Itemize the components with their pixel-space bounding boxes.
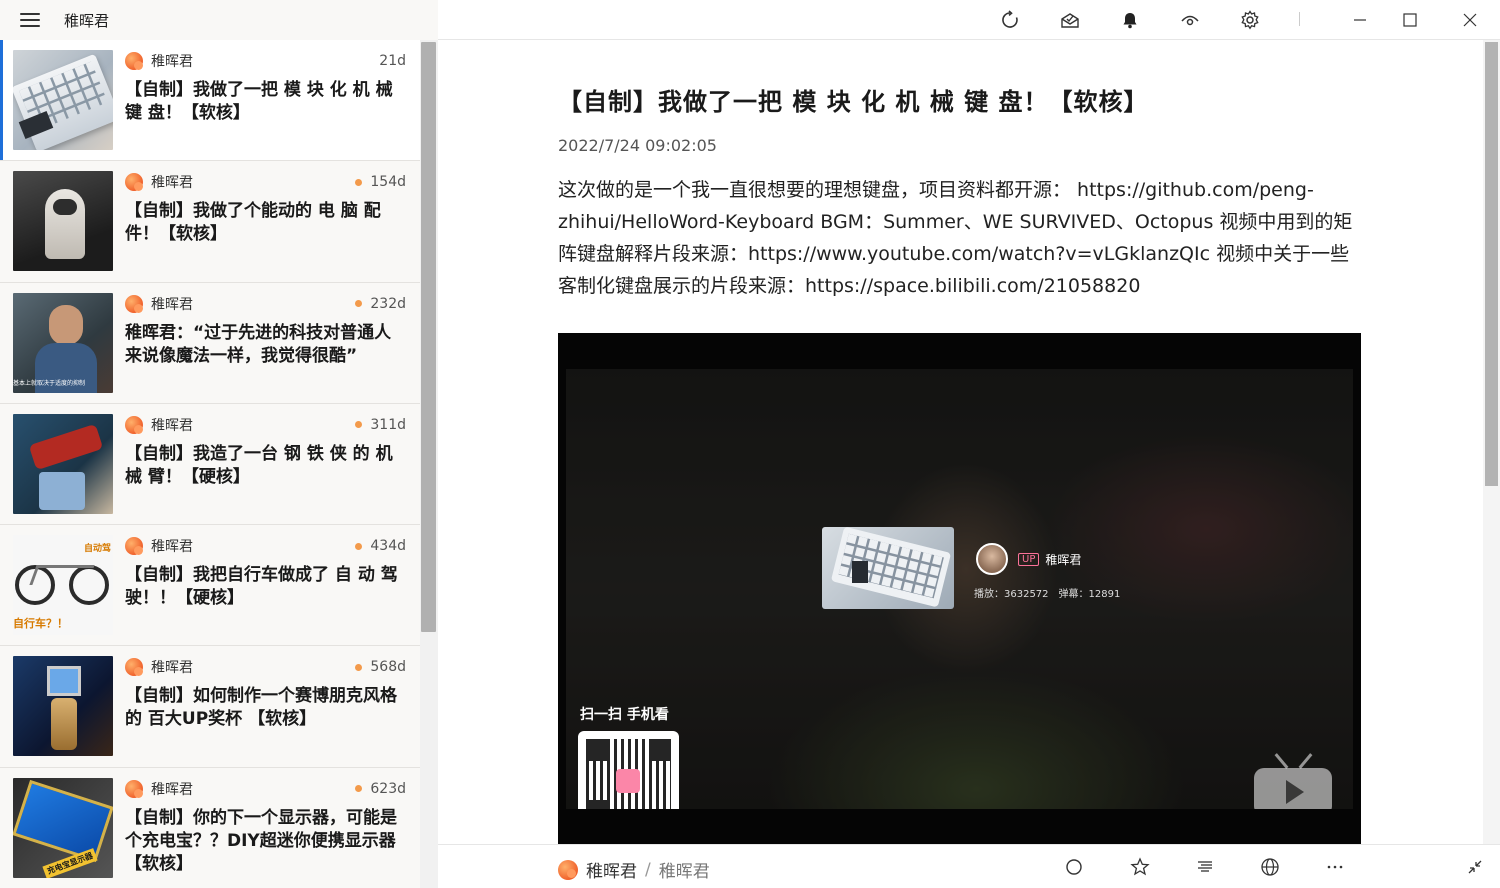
menu-icon[interactable] xyxy=(20,13,40,27)
thumbnail: 充电宝显示器 xyxy=(13,777,113,878)
source-avatar-icon xyxy=(125,415,143,434)
feed-item-author: 稚晖君 xyxy=(151,175,193,192)
app-window: 稚晖君 稚晖君 21d 【自制】我做了一把 模 块 化 机 械 键 盘！【软核】 xyxy=(0,0,1500,888)
source-avatar-icon xyxy=(125,779,143,798)
mark-all-read-icon[interactable] xyxy=(1059,9,1081,31)
uploader-avatar xyxy=(976,543,1008,575)
source-avatar-icon xyxy=(125,173,143,192)
source-separator: / xyxy=(645,859,651,880)
unread-dot-icon xyxy=(355,785,363,793)
feed-item-title: 【自制】我做了个能动的 电 脑 配 件！【软核】 xyxy=(125,201,381,245)
qr-code-icon xyxy=(578,731,679,809)
feed-item[interactable]: 稚晖君 21d 【自制】我做了一把 模 块 化 机 械 键 盘！【软核】 xyxy=(0,40,420,162)
star-icon[interactable] xyxy=(1129,856,1151,878)
feed-item[interactable]: 基本上就取决于适度的抑制 稚晖君 232d 稚晖君：“过于先进的科技对普通人来说… xyxy=(0,283,420,404)
feed-item-author: 稚晖君 xyxy=(151,296,193,313)
reader-pane: 【自制】我做了一把 模 块 化 机 械 键 盘！【软核】 2022/7/24 0… xyxy=(438,0,1500,888)
feed-header: 稚晖君 xyxy=(0,0,438,40)
article-scrollbar-thumb[interactable] xyxy=(1485,42,1498,486)
source-avatar-icon xyxy=(125,52,143,70)
feed-item-age: 154d xyxy=(370,174,406,191)
feed-item-age: 232d xyxy=(370,295,406,312)
thumbnail xyxy=(13,656,113,757)
article-date: 2022/7/24 09:02:05 xyxy=(558,136,717,155)
feed-item-title: 【自制】如何制作一个赛博朋克风格的 百大UP奖杯 【软核】 xyxy=(125,686,397,730)
source-avatar-icon xyxy=(125,294,143,313)
video-uploader[interactable]: UP 稚晖君 xyxy=(976,543,1081,575)
unread-dot-icon xyxy=(355,663,363,671)
feed-item-title: 【自制】我做了一把 模 块 化 机 械 键 盘！【软核】 xyxy=(125,80,393,123)
article-body[interactable]: 这次做的是一个我一直很想要的理想键盘，项目资料都开源： https://gith… xyxy=(558,174,1358,302)
mark-read-icon[interactable] xyxy=(1063,856,1085,878)
up-badge: UP xyxy=(1018,552,1040,566)
thumbnail-caption: 自行车？！ xyxy=(13,617,68,631)
source-avatar-icon xyxy=(558,859,578,880)
uploader-name: 稚晖君 xyxy=(1045,552,1082,567)
thumbnail-tag: 自动驾 xyxy=(83,544,111,555)
title-bar xyxy=(438,0,1500,40)
minimize-icon[interactable] xyxy=(1349,9,1371,31)
maximize-icon[interactable] xyxy=(1399,9,1421,31)
feed-item-age: 21d xyxy=(379,53,406,69)
unread-dot-icon xyxy=(355,421,363,429)
feed-item-age: 434d xyxy=(370,538,406,555)
feed-item[interactable]: 充电宝显示器 稚晖君 623d 【自制】你的下一个显示器，可能是个充电宝？？DI… xyxy=(0,768,420,888)
thumbnail xyxy=(13,413,113,514)
unread-dot-icon xyxy=(355,178,363,186)
source-subname: 稚晖君 xyxy=(658,862,710,882)
feed-scrollbar-thumb[interactable] xyxy=(421,42,436,632)
thumbnail: 自动驾 自行车？！ xyxy=(13,535,113,636)
source-avatar-icon xyxy=(125,537,143,556)
article-toolbar: 稚晖君 / 稚晖君 xyxy=(438,844,1500,888)
article-content: 【自制】我做了一把 模 块 化 机 械 键 盘！【软核】 2022/7/24 0… xyxy=(438,40,1483,844)
feed-title: 稚晖君 xyxy=(64,11,110,30)
feed-item[interactable]: 稚晖君 568d 【自制】如何制作一个赛博朋克风格的 百大UP奖杯 【软核】 xyxy=(0,646,420,768)
feed-item[interactable]: 稚晖君 311d 【自制】我造了一台 钢 铁 侠 的 机 械 臂！【硬核】 xyxy=(0,404,420,526)
settings-icon[interactable] xyxy=(1239,9,1261,31)
thumbnail-caption: 基本上就取决于适度的抑制 xyxy=(13,379,86,387)
feed-item-age: 623d xyxy=(370,780,406,797)
source-name: 稚晖君 xyxy=(586,862,637,882)
video-frame: UP 稚晖君 播放：3632572 弹幕：12891 扫一扫 手机看 xyxy=(566,369,1353,809)
feed-item-author: 稚晖君 xyxy=(151,539,193,556)
bilibili-tv-icon[interactable] xyxy=(1254,752,1334,809)
video-stats: 播放：3632572 弹幕：12891 xyxy=(974,589,1121,600)
view-icon[interactable] xyxy=(1179,9,1201,31)
article-title: 【自制】我做了一把 模 块 化 机 械 键 盘！【软核】 xyxy=(558,88,1149,116)
unread-dot-icon xyxy=(355,300,363,308)
feed-item-title: 【自制】我造了一台 钢 铁 侠 的 机 械 臂！【硬核】 xyxy=(125,443,393,487)
collapse-icon[interactable] xyxy=(1464,856,1486,878)
feed-item-title: 稚晖君：“过于先进的科技对普通人来说像魔法一样，我觉得很酷” xyxy=(125,322,392,366)
feed-item-title: 【自制】我把自行车做成了 自 动 驾 驶！！【硬核】 xyxy=(125,565,398,609)
video-cover-thumbnail[interactable] xyxy=(822,527,954,609)
unread-dot-icon xyxy=(355,542,363,550)
feed-list: 稚晖君 21d 【自制】我做了一把 模 块 化 机 械 键 盘！【软核】 稚晖君… xyxy=(0,40,420,888)
video-player[interactable]: UP 稚晖君 播放：3632572 弹幕：12891 扫一扫 手机看 xyxy=(558,333,1361,844)
refresh-icon[interactable] xyxy=(999,9,1021,31)
feed-item-title: 【自制】你的下一个显示器，可能是个充电宝？？DIY超迷你便携显示器【软核】 xyxy=(125,807,397,874)
feed-pane: 稚晖君 稚晖君 21d 【自制】我做了一把 模 块 化 机 械 键 盘！【软核】 xyxy=(0,0,438,888)
source-avatar-icon xyxy=(125,658,143,677)
thumbnail xyxy=(13,171,113,272)
feed-item-author: 稚晖君 xyxy=(151,417,193,434)
notification-icon[interactable] xyxy=(1119,9,1141,31)
feed-item-age: 311d xyxy=(370,416,406,433)
scan-label: 扫一扫 手机看 xyxy=(580,707,669,723)
toolbar-divider xyxy=(1299,12,1300,26)
reader-view-icon[interactable] xyxy=(1194,856,1216,878)
thumbnail xyxy=(13,50,113,150)
feed-item[interactable]: 自动驾 自行车？！ 稚晖君 434d 【自制】我把自行车做成了 自 动 驾 驶！… xyxy=(0,525,420,647)
browser-icon[interactable] xyxy=(1259,856,1281,878)
thumbnail: 基本上就取决于适度的抑制 xyxy=(13,292,113,393)
feed-item-author: 稚晖君 xyxy=(151,54,193,70)
feed-item-author: 稚晖君 xyxy=(151,781,193,798)
article-source[interactable]: 稚晖君 / 稚晖君 xyxy=(558,857,710,882)
feed-item-author: 稚晖君 xyxy=(151,660,193,677)
close-icon[interactable] xyxy=(1459,9,1481,31)
feed-item-age: 568d xyxy=(370,659,406,676)
feed-item[interactable]: 稚晖君 154d 【自制】我做了个能动的 电 脑 配 件！【软核】 xyxy=(0,161,420,283)
more-icon[interactable] xyxy=(1324,856,1346,878)
